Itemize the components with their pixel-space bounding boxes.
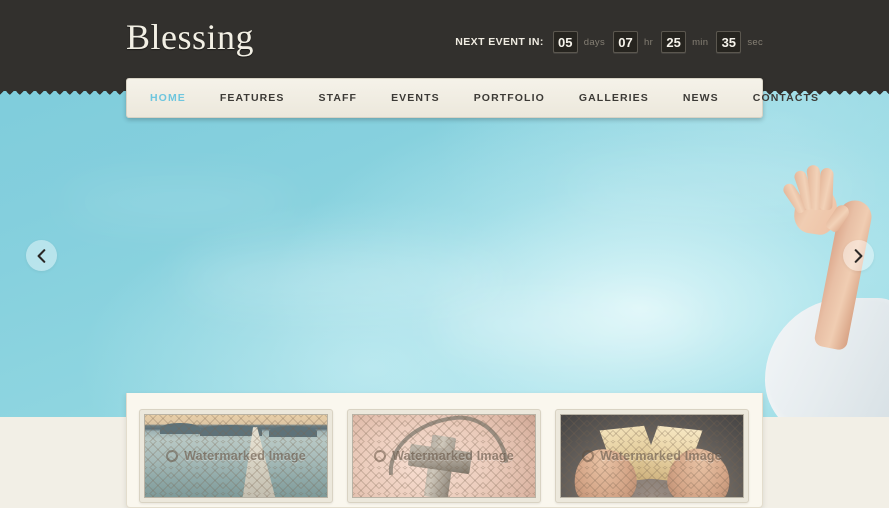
countdown-days-unit: days: [583, 36, 606, 48]
watermark-overlay: Watermarked Image: [561, 415, 743, 497]
thumbnail-item[interactable]: Watermarked Image: [347, 409, 541, 503]
hero-person-raised-hand: [729, 160, 889, 417]
countdown-timer: NEXT EVENT IN: 05 days 07 hr 25 min 35 s…: [455, 31, 771, 53]
cloud-wisp: [430, 300, 710, 350]
slider-next-button[interactable]: [843, 240, 874, 271]
page-root: Blessing NEXT EVENT IN: 05 days 07 hr 25…: [0, 0, 889, 508]
thumbnail-item[interactable]: Watermarked Image: [555, 409, 749, 503]
slider-thumbnail-panel: Watermarked Image Watermarked Image Wate…: [126, 393, 763, 508]
nav-item-contacts[interactable]: CONTACTS: [753, 92, 819, 104]
countdown-hours-unit: hr: [644, 36, 654, 48]
countdown-hours-value: 07: [613, 31, 639, 53]
thumbnail-item[interactable]: Watermarked Image: [139, 409, 333, 503]
thumbnail-frame: Watermarked Image: [560, 414, 744, 498]
nav-item-galleries[interactable]: GALLERIES: [579, 92, 649, 104]
countdown-seconds-unit: sec: [747, 36, 763, 48]
nav-item-events[interactable]: EVENTS: [391, 92, 440, 104]
cloud-wisp: [60, 180, 300, 224]
site-logo[interactable]: Blessing: [126, 16, 254, 58]
watermark-text-group: Watermarked Image: [582, 449, 722, 463]
nav-item-home[interactable]: HOME: [150, 92, 186, 104]
watermark-overlay: Watermarked Image: [353, 415, 535, 497]
thumbnail-frame: Watermarked Image: [352, 414, 536, 498]
watermark-circle-icon: [582, 450, 595, 462]
watermark-text-group: Watermarked Image: [374, 449, 514, 463]
countdown-days-value: 05: [552, 31, 578, 53]
watermark-circle-icon: [166, 450, 179, 462]
watermark-label: Watermarked Image: [600, 449, 722, 463]
nav-item-features[interactable]: FEATURES: [220, 92, 285, 104]
watermark-overlay: Watermarked Image: [145, 415, 327, 497]
watermark-text-group: Watermarked Image: [166, 449, 306, 463]
countdown-label: NEXT EVENT IN:: [455, 36, 544, 48]
nav-item-portfolio[interactable]: PORTFOLIO: [474, 92, 545, 104]
countdown-minutes-unit: min: [692, 36, 709, 48]
nav-item-news[interactable]: NEWS: [683, 92, 719, 104]
chevron-left-icon: [37, 248, 46, 263]
cloud-wisp: [180, 250, 510, 310]
chevron-right-icon: [854, 248, 863, 263]
watermark-label: Watermarked Image: [392, 449, 514, 463]
slider-prev-button[interactable]: [26, 240, 57, 271]
countdown-minutes-value: 25: [661, 31, 687, 53]
thumbnail-frame: Watermarked Image: [144, 414, 328, 498]
watermark-label: Watermarked Image: [184, 449, 306, 463]
main-navigation: HOME FEATURES STAFF EVENTS PORTFOLIO GALLERIE…: [126, 78, 818, 118]
watermark-circle-icon: [374, 450, 387, 462]
nav-item-staff[interactable]: STAFF: [319, 92, 358, 104]
countdown-seconds-value: 35: [716, 31, 742, 53]
person-finger: [819, 167, 834, 211]
